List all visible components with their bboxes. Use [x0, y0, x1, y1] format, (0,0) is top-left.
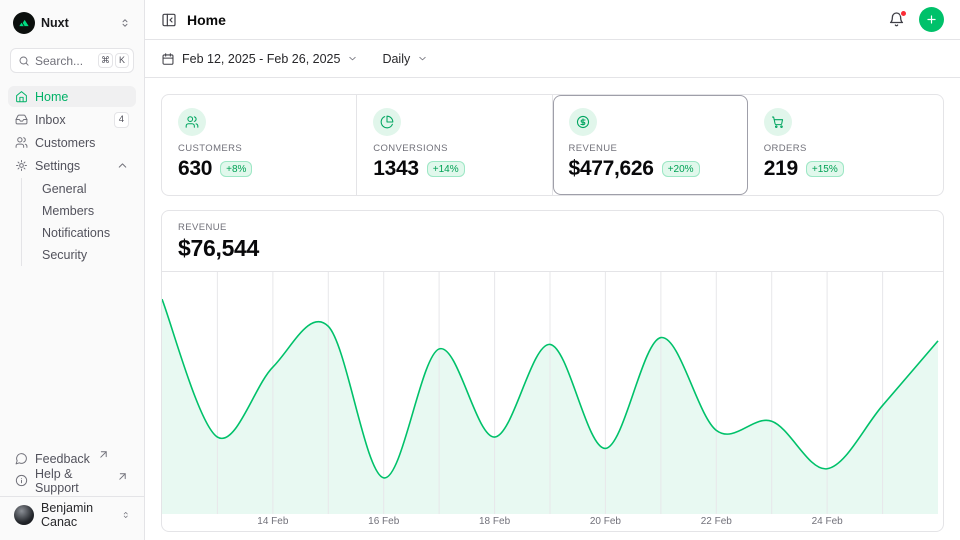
search-placeholder: Search... — [35, 54, 83, 68]
filter-toolbar: Feb 12, 2025 - Feb 26, 2025 Daily — [145, 40, 960, 78]
topbar: Home — [145, 0, 960, 40]
sidebar-item-home[interactable]: Home — [8, 86, 136, 107]
help-support-link[interactable]: Help & Support — [8, 470, 136, 491]
dashboard-content: CUSTOMERS 630 +8% CONVERSIONS 1343 +14% — [145, 78, 960, 540]
stat-conversions[interactable]: CONVERSIONS 1343 +14% — [357, 95, 552, 195]
sidebar-nav: Home Inbox 4 Customers Settings General … — [8, 85, 136, 268]
revenue-chart-card: REVENUE $76,544 14 Feb 16 Feb 18 Feb 20 Feb… — [161, 210, 944, 532]
stat-customers[interactable]: CUSTOMERS 630 +8% — [162, 95, 357, 195]
stat-delta-badge: +15% — [806, 161, 844, 177]
kbd-k: K — [115, 53, 129, 68]
x-axis-label: 14 Feb — [257, 516, 288, 527]
inbox-count-badge: 4 — [114, 112, 129, 128]
period-value: Daily — [382, 52, 410, 66]
plus-icon — [925, 13, 938, 26]
sidebar-item-label: Home — [35, 90, 68, 104]
app-window: Nuxt Search... ⌘ K Home Inbox 4 Cu — [0, 0, 960, 540]
chart-metric-label: REVENUE — [178, 222, 927, 233]
arrow-up-right-icon — [116, 470, 129, 483]
date-range-value: Feb 12, 2025 - Feb 26, 2025 — [182, 52, 340, 66]
workspace-name: Nuxt — [41, 16, 69, 30]
search-input[interactable]: Search... ⌘ K — [10, 48, 134, 73]
stat-value: 1343 — [373, 157, 419, 181]
chevron-down-icon — [417, 53, 428, 64]
user-strip: Benjamin Canac — [0, 496, 144, 535]
chevrons-up-down-icon — [119, 17, 131, 29]
page-title: Home — [187, 12, 226, 28]
home-icon — [15, 90, 28, 103]
calendar-icon — [161, 52, 175, 66]
period-select[interactable]: Daily — [382, 52, 428, 66]
date-range-picker[interactable]: Feb 12, 2025 - Feb 26, 2025 — [161, 52, 358, 66]
sidebar-item-settings[interactable]: Settings — [8, 155, 136, 176]
stat-value: 630 — [178, 157, 212, 181]
sidebar: Nuxt Search... ⌘ K Home Inbox 4 Cu — [0, 0, 145, 540]
cart-icon — [771, 115, 785, 129]
chevron-up-icon — [116, 159, 129, 172]
footer-link-label: Feedback — [35, 452, 90, 466]
stat-label: ORDERS — [764, 143, 927, 154]
sidebar-footer: Feedback Help & Support Benjamin Canac — [8, 447, 136, 540]
sidebar-item-general[interactable]: General — [38, 178, 136, 200]
sidebar-item-notifications[interactable]: Notifications — [38, 222, 136, 244]
user-name: Benjamin Canac — [41, 501, 114, 529]
user-menu[interactable]: Benjamin Canac — [10, 503, 134, 527]
settings-subnav: General Members Notifications Security — [21, 178, 136, 266]
stat-revenue[interactable]: REVENUE $477,626 +20% — [553, 95, 748, 195]
stat-label: REVENUE — [569, 143, 731, 154]
x-axis-label: 18 Feb — [479, 516, 510, 527]
x-axis-label: 22 Feb — [701, 516, 732, 527]
inbox-icon — [15, 113, 28, 126]
sidebar-item-security[interactable]: Security — [38, 244, 136, 266]
sidebar-item-label: Inbox — [35, 113, 66, 127]
avatar — [14, 505, 34, 525]
gear-icon — [15, 159, 28, 172]
chart-metric-value: $76,544 — [178, 235, 927, 262]
add-button[interactable] — [919, 7, 944, 32]
sidebar-item-inbox[interactable]: Inbox 4 — [8, 109, 136, 130]
search-icon — [18, 55, 30, 67]
collapse-sidebar-button[interactable] — [161, 12, 177, 28]
chat-bubble-icon — [15, 452, 28, 465]
chart-canvas — [162, 272, 943, 514]
stat-delta-badge: +8% — [220, 161, 252, 177]
notifications-button[interactable] — [888, 11, 905, 28]
info-circle-icon — [15, 474, 28, 487]
chevron-down-icon — [347, 53, 358, 64]
topbar-actions — [888, 7, 944, 32]
dollar-circle-icon — [576, 115, 590, 129]
users-icon — [15, 136, 28, 149]
stat-value: 219 — [764, 157, 798, 181]
search-shortcut: ⌘ K — [98, 53, 129, 68]
stat-label: CONVERSIONS — [373, 143, 535, 154]
stat-label: CUSTOMERS — [178, 143, 340, 154]
revenue-area-chart[interactable] — [162, 272, 943, 514]
stat-value: $477,626 — [569, 157, 654, 181]
arrow-up-right-icon — [97, 448, 110, 461]
x-axis-label: 16 Feb — [368, 516, 399, 527]
footer-link-label: Help & Support — [35, 467, 109, 495]
notification-dot — [900, 10, 907, 17]
sidebar-item-label: Customers — [35, 136, 95, 150]
users-icon — [185, 115, 199, 129]
sidebar-item-customers[interactable]: Customers — [8, 132, 136, 153]
kbd-meta: ⌘ — [98, 53, 113, 68]
chevrons-up-down-icon — [121, 509, 130, 521]
workspace-selector[interactable]: Nuxt — [8, 10, 136, 36]
stats-row: CUSTOMERS 630 +8% CONVERSIONS 1343 +14% — [161, 94, 944, 196]
sidebar-item-members[interactable]: Members — [38, 200, 136, 222]
sidebar-item-label: Settings — [35, 159, 80, 173]
stat-orders[interactable]: ORDERS 219 +15% — [748, 95, 943, 195]
nuxt-logo-icon — [13, 12, 35, 34]
stat-delta-badge: +20% — [662, 161, 700, 177]
chart-header: REVENUE $76,544 — [162, 211, 943, 271]
panel-left-close-icon — [161, 12, 177, 28]
pie-chart-icon — [380, 115, 394, 129]
x-axis-label: 24 Feb — [812, 516, 843, 527]
x-axis-label: 20 Feb — [590, 516, 621, 527]
x-axis: 14 Feb 16 Feb 18 Feb 20 Feb 22 Feb 24 Feb — [162, 514, 943, 531]
main-area: Home Feb 12, 2025 - Feb 26, 2025 Daily — [145, 0, 960, 540]
stat-delta-badge: +14% — [427, 161, 465, 177]
